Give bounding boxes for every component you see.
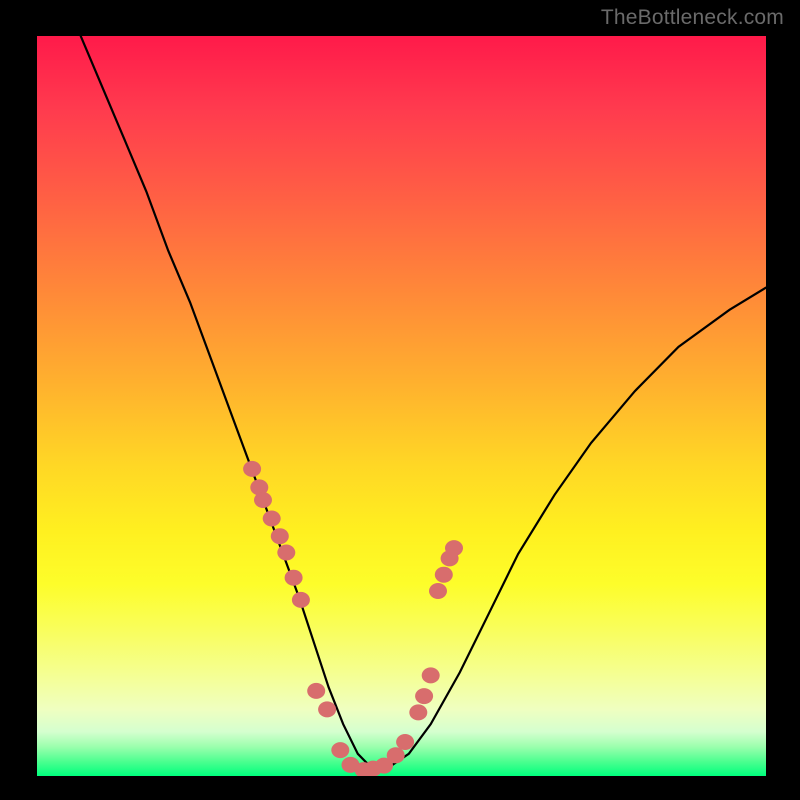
sample-point — [292, 592, 310, 608]
chart-frame: TheBottleneck.com — [0, 0, 800, 800]
sample-point — [243, 461, 261, 477]
sample-point — [263, 511, 281, 527]
sample-point — [422, 667, 440, 683]
sample-point — [307, 683, 325, 699]
sample-point — [387, 747, 405, 763]
sample-point — [396, 734, 414, 750]
sample-point — [254, 492, 272, 508]
chart-overlay — [37, 36, 766, 776]
sample-point — [445, 540, 463, 556]
bottleneck-curve — [81, 36, 766, 769]
sample-point — [409, 704, 427, 720]
sample-point — [435, 567, 453, 583]
sample-point — [271, 528, 289, 544]
sample-point — [331, 742, 349, 758]
sample-point — [285, 570, 303, 586]
watermark-label: TheBottleneck.com — [601, 6, 784, 30]
plot-area — [37, 36, 766, 776]
sample-points-group — [243, 461, 463, 776]
sample-point — [429, 583, 447, 599]
sample-point — [415, 688, 433, 704]
sample-point — [277, 545, 295, 561]
sample-point — [318, 701, 336, 717]
